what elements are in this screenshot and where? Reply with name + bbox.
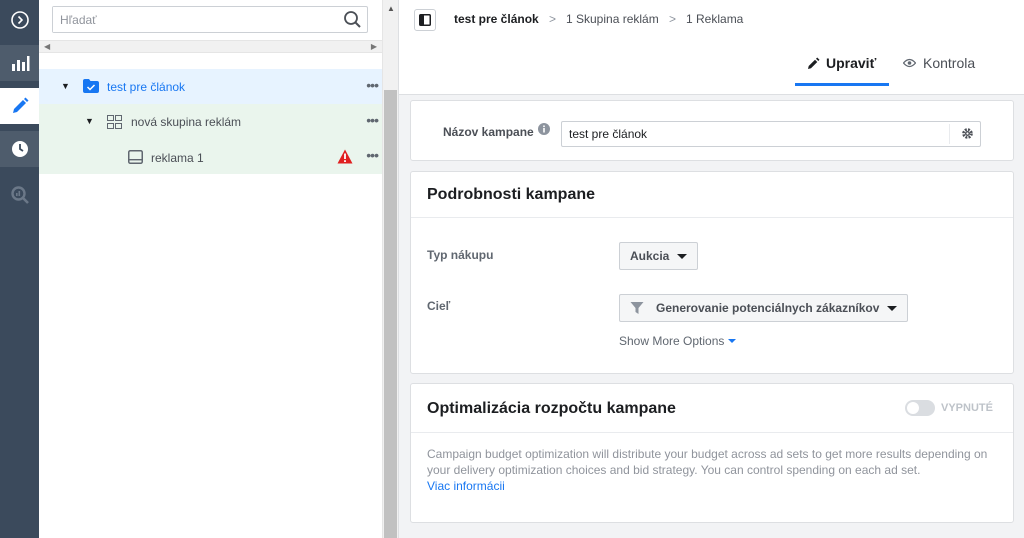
search-input[interactable] xyxy=(53,7,333,32)
campaign-folder-icon xyxy=(83,79,99,96)
objective-label: Cieľ xyxy=(427,299,451,313)
inspect-button[interactable] xyxy=(0,177,39,213)
eye-icon xyxy=(903,58,916,68)
campaign-name-field[interactable]: test pre článok xyxy=(561,121,981,147)
history-button[interactable] xyxy=(0,131,39,167)
section-divider xyxy=(411,432,1013,433)
scroll-up-icon[interactable]: ▲ xyxy=(387,4,395,13)
caret-down-icon xyxy=(677,253,688,259)
campaign-details-title: Podrobnosti kampane xyxy=(427,186,596,203)
objective-dropdown[interactable]: Generovanie potenciálnych zákazníkov xyxy=(619,294,909,322)
objective-value: Generovanie potenciálnych zákazníkov xyxy=(656,301,880,315)
gear-icon[interactable] xyxy=(961,127,974,143)
budget-optimization-title: Optimalizácia rozpočtu kampane xyxy=(427,400,676,417)
caret-down-icon xyxy=(728,339,737,343)
breadcrumb-ad[interactable]: 1 Reklama xyxy=(686,12,743,26)
tab-review[interactable]: Kontrola xyxy=(903,55,975,71)
clock-icon xyxy=(11,141,28,157)
tree-item-label: test pre článok xyxy=(107,80,186,94)
search-box xyxy=(52,6,368,33)
tree-item-campaign[interactable]: ▼ test pre článok ••• xyxy=(39,69,382,104)
scroll-left-icon[interactable]: ◀ xyxy=(44,42,50,51)
horizontal-scrollbar[interactable]: ◀ ▶ xyxy=(39,40,382,53)
buying-type-dropdown[interactable]: Aukcia xyxy=(619,242,699,270)
sidebar-toggle-icon xyxy=(419,14,431,26)
buying-type-value: Aukcia xyxy=(630,249,670,263)
search-icon[interactable] xyxy=(343,10,362,32)
funnel-icon xyxy=(630,302,644,314)
reports-button[interactable] xyxy=(0,45,39,81)
show-more-label: Show More Options xyxy=(619,334,725,348)
adset-grid-icon xyxy=(107,115,122,132)
edit-mode-button[interactable] xyxy=(0,88,39,124)
campaign-details-card: Podrobnosti kampane Typ nákupu Aukcia Ci… xyxy=(410,171,1014,374)
tree-item-label: reklama 1 xyxy=(151,151,204,165)
editor-pane: test pre článok > 1 Skupina reklám > 1 R… xyxy=(399,0,1024,538)
toggle-knob xyxy=(907,402,919,414)
more-options-icon[interactable]: ••• xyxy=(366,78,379,92)
ad-icon xyxy=(128,150,143,167)
pencil-icon xyxy=(12,97,28,113)
field-divider xyxy=(949,124,950,144)
budget-optimization-card: Optimalizácia rozpočtu kampane VYPNUTÉ C… xyxy=(410,383,1014,523)
campaign-name-value: test pre článok xyxy=(569,127,648,141)
tab-edit-label: Upraviť xyxy=(826,55,877,71)
bar-chart-icon xyxy=(11,56,29,71)
campaign-name-label: Názov kampane xyxy=(443,125,534,139)
caret-down-icon[interactable]: ▼ xyxy=(61,81,70,91)
panel-toggle-button[interactable] xyxy=(414,9,436,31)
budget-description-text: Campaign budget optimization will distri… xyxy=(427,447,988,477)
tab-edit[interactable]: Upraviť xyxy=(807,55,876,71)
toggle-status-label: VYPNUTÉ xyxy=(941,402,993,414)
learn-more-link[interactable]: Viac informácii xyxy=(427,479,505,493)
campaign-tree-panel: ◀ ▶ ▼ test pre článok ••• ▼ nová skupina… xyxy=(39,0,382,538)
vertical-scrollbar[interactable]: ▲ xyxy=(382,0,398,538)
editor-header: test pre článok > 1 Skupina reklám > 1 R… xyxy=(399,0,1024,95)
tree-item-adset[interactable]: ▼ nová skupina reklám ••• xyxy=(39,104,382,139)
breadcrumb-campaign[interactable]: test pre článok xyxy=(454,12,539,26)
expand-button[interactable] xyxy=(0,2,39,38)
nav-rail xyxy=(0,0,39,538)
breadcrumb-chevron-icon: > xyxy=(549,12,557,26)
tree-item-label: nová skupina reklám xyxy=(131,115,242,129)
budget-optimization-toggle[interactable] xyxy=(905,400,935,416)
more-options-icon[interactable]: ••• xyxy=(366,148,379,162)
scroll-right-icon[interactable]: ▶ xyxy=(371,42,377,51)
search-chart-icon xyxy=(10,186,29,204)
section-divider xyxy=(411,217,1013,218)
breadcrumb-chevron-icon: > xyxy=(669,12,677,26)
active-tab-indicator xyxy=(795,83,889,86)
campaign-name-card: Názov kampane test pre článok xyxy=(410,100,1014,161)
scrollbar-thumb[interactable] xyxy=(384,90,397,538)
chevron-right-circle-icon xyxy=(10,11,29,29)
warning-icon[interactable] xyxy=(337,149,353,167)
tab-review-label: Kontrola xyxy=(923,55,976,71)
breadcrumb-adset[interactable]: 1 Skupina reklám xyxy=(566,12,659,26)
buying-type-label: Typ nákupu xyxy=(427,248,494,262)
caret-down-icon xyxy=(887,305,898,311)
tree-item-ad[interactable]: reklama 1 ••• xyxy=(39,139,382,174)
caret-down-icon[interactable]: ▼ xyxy=(85,116,94,126)
budget-description: Campaign budget optimization will distri… xyxy=(427,446,1002,494)
pencil-icon xyxy=(808,57,820,69)
more-options-icon[interactable]: ••• xyxy=(366,113,379,127)
info-icon[interactable] xyxy=(538,123,550,138)
show-more-options-link[interactable]: Show More Options xyxy=(619,334,737,348)
